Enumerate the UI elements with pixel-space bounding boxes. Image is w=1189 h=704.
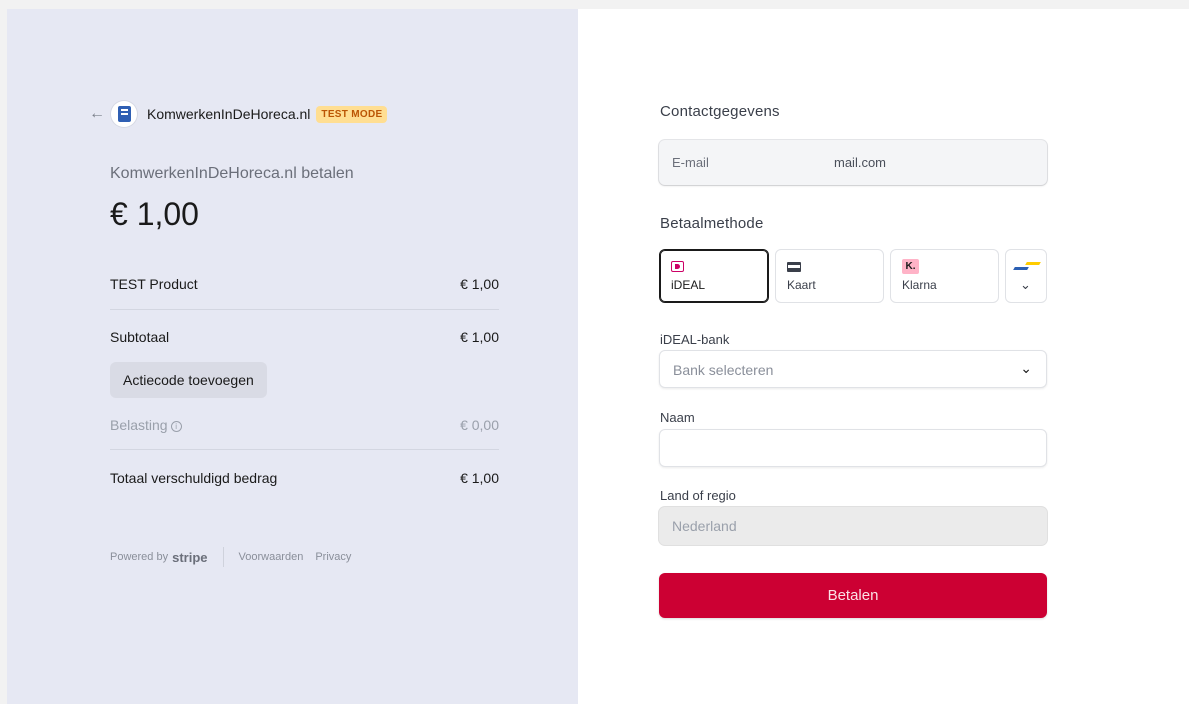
- more-payment-methods-button[interactable]: ⌄: [1005, 249, 1047, 303]
- name-label: Naam: [660, 410, 695, 425]
- divider: [110, 309, 499, 310]
- bank-select-placeholder: Bank selecteren: [673, 362, 774, 378]
- payment-method-label: Klarna: [902, 278, 937, 292]
- merchant-header: ← KomwerkenInDeHoreca.nl TEST MODE: [89, 100, 388, 128]
- pay-button[interactable]: Betalen: [659, 573, 1047, 618]
- payment-method-klarna[interactable]: K. Klarna: [890, 249, 999, 303]
- total-amount: € 1,00: [110, 196, 199, 232]
- payment-form-pane: Contactgegevens E-mail mail.com Betaalme…: [578, 9, 1189, 704]
- card-icon: [787, 262, 801, 272]
- total-label: Totaal verschuldigd bedrag: [110, 470, 278, 486]
- bank-select[interactable]: Bank selecteren ⌄: [659, 350, 1047, 388]
- line-item-price: € 1,00: [460, 276, 499, 292]
- tax-label: Belasting: [110, 417, 168, 433]
- terms-link[interactable]: Voorwaarden: [239, 551, 304, 563]
- chevron-down-icon: ⌄: [1020, 277, 1031, 292]
- total-value: € 1,00: [460, 470, 499, 486]
- tax-row: Belasting i € 0,00: [110, 417, 499, 433]
- window-top-strip: [0, 0, 1189, 9]
- stripe-logo[interactable]: stripe: [172, 550, 207, 565]
- country-value: Nederland: [672, 518, 737, 534]
- add-promo-code-button[interactable]: Actiecode toevoegen: [110, 362, 267, 398]
- email-label: E-mail: [672, 155, 709, 170]
- tax-value: € 0,00: [460, 417, 499, 433]
- merchant-name: KomwerkenInDeHoreca.nl: [147, 106, 311, 122]
- subtotal-label: Subtotaal: [110, 329, 170, 345]
- info-icon[interactable]: i: [170, 421, 182, 432]
- payment-method-label: Kaart: [787, 278, 816, 292]
- contact-section-title: Contactgegevens: [660, 103, 780, 120]
- line-item-name: TEST Product: [110, 276, 198, 292]
- footer-divider: [222, 547, 224, 567]
- chevron-down-icon: ⌄: [1020, 360, 1032, 376]
- arrow-left-icon[interactable]: ←: [89, 105, 107, 123]
- powered-by-text: Powered by: [110, 551, 169, 563]
- footer: Powered by stripe Voorwaarden Privacy: [110, 547, 363, 567]
- email-value: mail.com: [834, 155, 887, 170]
- payment-method-label: iDEAL: [671, 278, 706, 292]
- ideal-icon: [671, 261, 684, 272]
- order-summary-pane: ← KomwerkenInDeHoreca.nl TEST MODE Komwe…: [7, 9, 578, 704]
- payment-method-ideal[interactable]: iDEAL: [659, 249, 769, 303]
- name-input[interactable]: [659, 429, 1047, 467]
- merchant-logo: [111, 101, 137, 127]
- test-mode-badge: TEST MODE: [316, 105, 388, 123]
- privacy-link[interactable]: Privacy: [315, 551, 351, 563]
- divider: [110, 449, 499, 450]
- tax-label-wrap: Belasting i: [110, 417, 182, 433]
- payment-method-card[interactable]: Kaart: [775, 249, 884, 303]
- email-field[interactable]: E-mail mail.com: [659, 140, 1047, 185]
- subtotal-row: Subtotaal € 1,00: [110, 329, 499, 345]
- country-label: Land of regio: [660, 488, 736, 503]
- line-item: TEST Product € 1,00: [110, 276, 499, 292]
- klarna-icon: K.: [902, 259, 919, 274]
- bank-label: iDEAL-bank: [660, 332, 730, 347]
- pay-label: KomwerkenInDeHoreca.nl betalen: [110, 165, 354, 182]
- payment-method-title: Betaalmethode: [660, 215, 764, 232]
- total-row: Totaal verschuldigd bedrag € 1,00: [110, 470, 499, 486]
- country-select[interactable]: Nederland: [659, 507, 1047, 545]
- subtotal-value: € 1,00: [460, 329, 499, 345]
- bancontact-icon: [1014, 261, 1040, 273]
